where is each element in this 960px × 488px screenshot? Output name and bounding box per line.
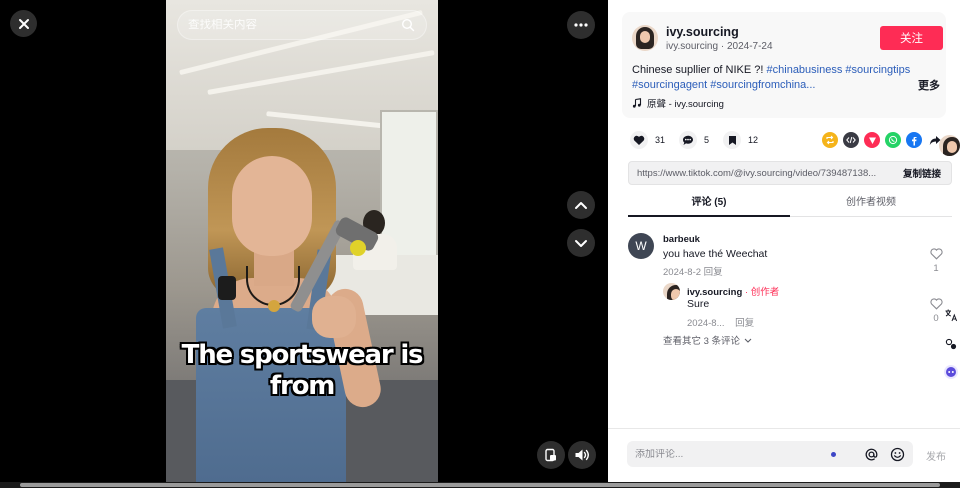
reply-date: 2024-8... (687, 318, 725, 329)
caption-line: The sportswear is (181, 340, 424, 370)
music-note-icon (632, 98, 642, 108)
hammer-ball (350, 240, 366, 256)
send-icon[interactable] (864, 132, 880, 148)
facebook-icon[interactable] (906, 132, 922, 148)
chevron-down-icon (575, 239, 587, 247)
music-link[interactable]: 原聲 - ivy.sourcing (632, 96, 724, 110)
video-link-text[interactable]: https://www.tiktok.com/@ivy.sourcing/vid… (629, 168, 893, 179)
comment-input-bar: 发布 (608, 428, 960, 482)
assistant-avatar-image (939, 135, 960, 156)
close-button[interactable] (10, 10, 37, 37)
next-video-button[interactable] (567, 229, 595, 257)
description-text: Chinese supllier of NIKE ?! (632, 64, 767, 76)
video-player[interactable]: The sportswear is from (0, 0, 608, 482)
tiktok-video-page: The sportswear is from 查找相关内容 ivy.sourci… (0, 0, 960, 488)
close-icon (18, 18, 29, 29)
horizontal-scrollbar[interactable] (20, 483, 940, 487)
comment-date: 2024-8-2 (663, 267, 702, 278)
tab-comments[interactable]: 评论 (5) (628, 193, 790, 217)
hashtag-link[interactable]: #chinabusiness (767, 64, 843, 76)
comment-reply-button[interactable]: 回复 (704, 267, 723, 278)
plugin-icon[interactable] (941, 334, 960, 353)
caption-line: from (269, 371, 335, 401)
reply-meta: 2024-8... 回复 (687, 315, 754, 329)
commenter-avatar[interactable]: W (628, 233, 654, 259)
like-count: 31 (655, 135, 666, 145)
chevron-down-icon (744, 338, 752, 343)
details-panel: ivy.sourcing ivy.sourcing · 2024-7-24 关注… (608, 0, 960, 482)
view-more-replies-button[interactable]: 查看其它 3 条评论 (663, 333, 752, 347)
lapel-mic (218, 276, 236, 300)
assistant-avatar[interactable] (939, 135, 960, 156)
bookmark-icon (723, 131, 742, 149)
search-bar[interactable] (177, 10, 427, 40)
chatbot-icon[interactable] (941, 362, 960, 381)
creator-badge: · 创作者 (742, 287, 780, 298)
chevron-up-icon (575, 201, 587, 209)
presenter-figure (186, 128, 396, 482)
search-icon[interactable] (400, 17, 416, 33)
author-avatar[interactable] (632, 25, 658, 51)
comment-like-count: 1 (933, 263, 939, 274)
copy-link-button[interactable]: 复制链接 (893, 166, 951, 180)
translate-icon[interactable] (941, 305, 960, 324)
comment-meta: 2024-8-2 回复 (663, 264, 723, 278)
video-caption: The sportswear is from (166, 340, 438, 402)
tab-creator-videos[interactable]: 创作者视频 (790, 193, 952, 216)
reply-item: ivy.sourcing · 创作者 Sure 2024-8... 回复 0 (663, 282, 953, 329)
bookmark-count: 12 (748, 135, 759, 145)
author-name[interactable]: ivy.sourcing (666, 25, 739, 39)
reply-author-name[interactable]: ivy.sourcing (687, 287, 742, 298)
panel-tabs: 评论 (5) 创作者视频 (628, 193, 952, 217)
reply-reply-button[interactable]: 回复 (735, 318, 754, 329)
commenter-name[interactable]: barbeuk (663, 234, 700, 245)
hashtag-link[interactable]: #sourcingagent (632, 79, 707, 91)
input-indicator-dot (831, 451, 836, 457)
mini-player-button[interactable] (537, 441, 565, 469)
embed-icon[interactable] (843, 132, 859, 148)
repost-icon[interactable] (822, 132, 838, 148)
whatsapp-icon[interactable] (885, 132, 901, 148)
video-frame[interactable] (166, 0, 438, 482)
comment-icon (679, 131, 698, 149)
expand-description-button[interactable]: 更多 (918, 77, 940, 93)
heart-icon (630, 131, 648, 149)
mention-icon[interactable] (863, 446, 879, 462)
video-description: Chinese supllier of NIKE ?! #chinabusine… (632, 63, 912, 93)
more-icon (574, 23, 588, 27)
follow-button[interactable]: 关注 (880, 26, 943, 50)
mini-player-icon (545, 448, 556, 462)
volume-icon (575, 449, 589, 461)
comment-button[interactable]: 5 (679, 131, 709, 149)
engagement-actions: 31 5 12 (630, 131, 772, 149)
comment-input[interactable] (635, 448, 831, 460)
reply-text: Sure (687, 298, 710, 310)
comment-like-button[interactable]: 1 (928, 248, 944, 274)
hashtag-link[interactable]: #sourcingfromchina... (710, 79, 815, 91)
comment-item: W barbeuk you have thé Weechat 2024-8-2 … (628, 233, 948, 283)
reply-author[interactable]: ivy.sourcing · 创作者 (687, 284, 779, 298)
comment-count: 5 (704, 135, 710, 145)
heart-outline-icon (929, 248, 943, 260)
author-meta: ivy.sourcing · 2024-7-24 (666, 41, 773, 52)
volume-button[interactable] (568, 441, 596, 469)
comment-input-box[interactable] (627, 441, 913, 467)
previous-video-button[interactable] (567, 191, 595, 219)
like-button[interactable]: 31 (630, 131, 665, 149)
video-link-box: https://www.tiktok.com/@ivy.sourcing/vid… (628, 161, 952, 185)
bookmark-button[interactable]: 12 (723, 131, 758, 149)
comment-text: you have thé Weechat (663, 248, 768, 260)
post-comment-button[interactable]: 发布 (926, 448, 946, 463)
reply-avatar[interactable] (663, 283, 680, 300)
share-icons (822, 132, 943, 148)
view-more-label: 查看其它 3 条评论 (663, 336, 741, 347)
search-input[interactable] (188, 19, 400, 31)
emoji-icon[interactable] (889, 446, 905, 462)
music-title: 原聲 - ivy.sourcing (647, 99, 724, 110)
hashtag-link[interactable]: #sourcingtips (845, 64, 910, 76)
author-card: ivy.sourcing ivy.sourcing · 2024-7-24 关注… (622, 12, 946, 118)
more-options-button[interactable] (567, 11, 595, 39)
